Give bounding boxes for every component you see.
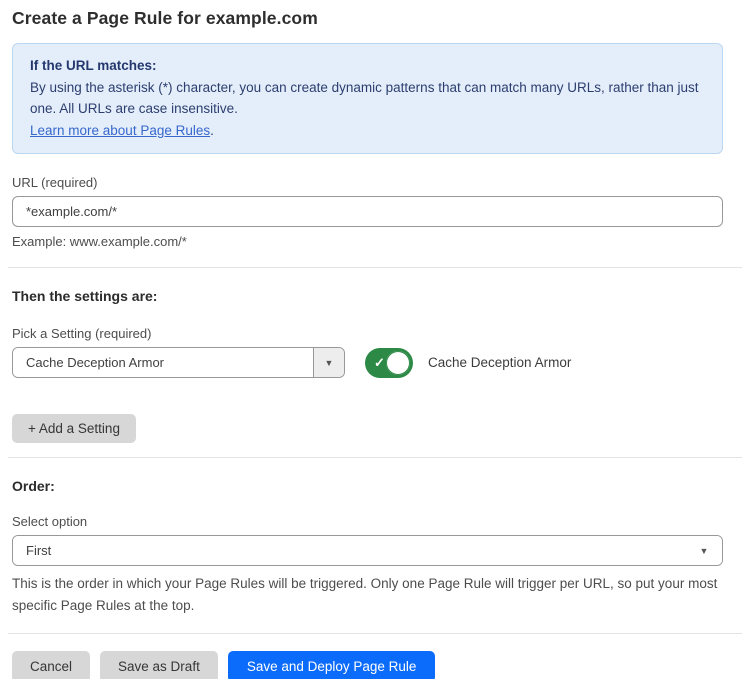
settings-section-heading: Then the settings are: [12,288,723,304]
save-as-draft-button[interactable]: Save as Draft [100,651,218,679]
chevron-down-icon: ▼ [686,536,722,565]
setting-select-arrow-button[interactable]: ▼ [313,348,344,377]
order-select-label: Select option [12,514,723,529]
save-and-deploy-button[interactable]: Save and Deploy Page Rule [228,651,436,679]
order-section-heading: Order: [12,478,723,494]
create-page-rule-panel: Create a Page Rule for example.com If th… [0,0,750,679]
cache-deception-armor-toggle[interactable]: ✓ [365,348,413,378]
setting-select[interactable]: Cache Deception Armor ▼ [12,347,345,378]
order-select[interactable]: First ▼ [12,535,723,566]
section-divider [8,457,742,458]
footer-actions: Cancel Save as Draft Save and Deploy Pag… [12,651,723,679]
pick-setting-label: Pick a Setting (required) [12,326,723,341]
setting-row: Cache Deception Armor ▼ ✓ Cache Deceptio… [12,347,723,378]
toggle-label: Cache Deception Armor [428,355,571,370]
link-period: . [210,123,214,138]
url-field-label: URL (required) [12,175,723,190]
cancel-button[interactable]: Cancel [12,651,90,679]
section-divider [8,633,742,634]
page-title: Create a Page Rule for example.com [12,0,723,29]
info-box-link-line: Learn more about Page Rules. [30,120,705,142]
url-input[interactable] [12,196,723,227]
learn-more-link[interactable]: Learn more about Page Rules [30,123,210,138]
chevron-down-icon: ▼ [325,358,334,368]
add-setting-button[interactable]: + Add a Setting [12,414,136,443]
order-select-value: First [13,536,686,565]
toggle-knob [386,351,410,375]
url-helper-text: Example: www.example.com/* [12,234,723,249]
info-box-heading: If the URL matches: [30,55,705,77]
url-match-info-box: If the URL matches: By using the asteris… [12,43,723,154]
section-divider [8,267,742,268]
order-helper-text: This is the order in which your Page Rul… [12,573,723,616]
check-icon: ✓ [374,355,385,371]
info-box-body: By using the asterisk (*) character, you… [30,77,705,120]
setting-select-value: Cache Deception Armor [13,348,313,377]
